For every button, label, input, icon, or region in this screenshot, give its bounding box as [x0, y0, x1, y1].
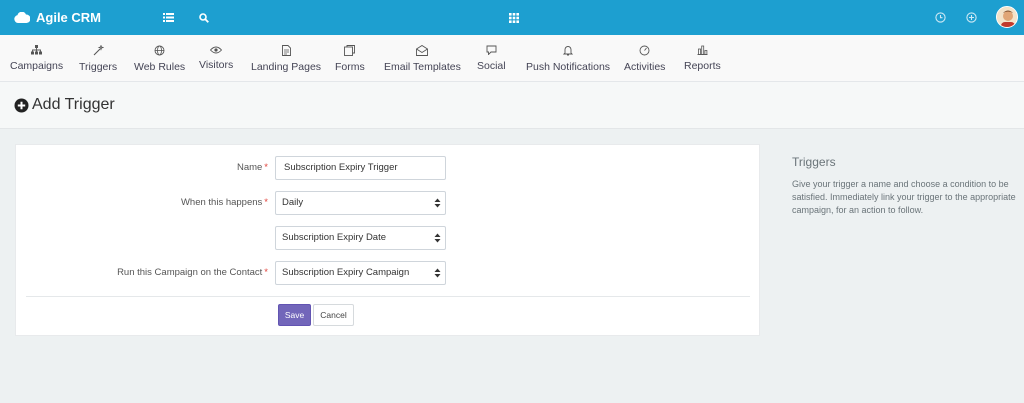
menu-item-social[interactable]: Social: [477, 35, 506, 82]
menu-label: Social: [477, 60, 506, 72]
when-row: When this happens * Daily: [16, 191, 761, 215]
page-title-text: Add Trigger: [32, 96, 115, 113]
gauge-icon: [639, 45, 650, 55]
chat-icon: [486, 45, 497, 55]
page-title: Add Trigger: [14, 96, 115, 114]
eye-icon: [210, 46, 223, 54]
name-label: Name *: [236, 162, 268, 173]
condition-row: Subscription Expiry Date: [16, 226, 761, 250]
menu-item-activities[interactable]: Activities: [624, 35, 665, 82]
menu-label: Forms: [335, 60, 365, 73]
menu-label: Triggers: [79, 60, 118, 73]
list-icon[interactable]: [158, 0, 178, 35]
menu-item-email-templates[interactable]: Email Templates: [384, 35, 461, 82]
module-menu-bar: Campaigns Triggers Web Rules Visitors La…: [0, 35, 1024, 82]
app-name: Agile CRM: [36, 10, 101, 25]
menu-item-visitors[interactable]: Visitors: [199, 35, 233, 82]
menu-item-landing-pages[interactable]: Landing Pages: [251, 35, 321, 82]
email-icon: [416, 44, 429, 56]
plus-circle-icon: [14, 98, 29, 112]
menu-label: Reports: [684, 60, 721, 72]
search-icon[interactable]: [194, 0, 214, 35]
menu-item-reports[interactable]: Reports: [684, 35, 721, 82]
forms-icon: [344, 44, 356, 56]
cancel-button[interactable]: Cancel: [313, 304, 354, 326]
menu-label: Push Notifications: [526, 60, 611, 73]
select-caret-icon: [434, 233, 441, 243]
select-caret-icon: [434, 268, 441, 278]
magic-wand-icon: [93, 44, 104, 55]
when-select[interactable]: Daily: [275, 191, 446, 215]
help-title: Triggers: [792, 155, 836, 169]
trigger-form-panel: Name * Subscription Expiry Trigger When t…: [15, 144, 760, 336]
clock-icon[interactable]: [930, 0, 950, 35]
menu-item-push-notifications[interactable]: Push Notifications: [526, 35, 610, 82]
campaign-row: Run this Campaign on the Contact * Subscr…: [16, 261, 761, 285]
campaign-label: Run this Campaign on the Contact *: [117, 267, 268, 278]
menu-item-campaigns[interactable]: Campaigns: [10, 35, 63, 82]
menu-label: Visitors: [199, 59, 234, 71]
name-row: Name * Subscription Expiry Trigger: [16, 156, 761, 180]
menu-label: Activities: [624, 60, 666, 73]
form-divider: [26, 296, 750, 297]
menu-label: Email Templates: [384, 60, 461, 73]
page-header: Add Trigger: [0, 82, 1024, 129]
document-icon: [281, 44, 291, 56]
menu-item-web-rules[interactable]: Web Rules: [134, 35, 185, 82]
menu-label: Web Rules: [134, 60, 186, 73]
brand-logo[interactable]: Agile CRM: [14, 0, 101, 35]
condition-select[interactable]: Subscription Expiry Date: [275, 226, 446, 250]
select-caret-icon: [434, 198, 441, 208]
add-circle-icon[interactable]: [961, 0, 981, 35]
menu-item-forms[interactable]: Forms: [335, 35, 365, 82]
when-label: When this happens *: [180, 197, 268, 208]
sitemap-icon: [31, 45, 43, 55]
condition-select-value: Subscription Expiry Date: [282, 232, 387, 243]
top-navbar: Agile CRM: [0, 0, 1024, 35]
globe-icon: [154, 45, 165, 55]
when-select-value: Daily: [282, 197, 304, 208]
menu-label: Landing Pages: [251, 60, 322, 73]
menu-label: Campaigns: [10, 60, 64, 72]
grid-icon[interactable]: [504, 0, 524, 35]
name-input[interactable]: Subscription Expiry Trigger: [275, 156, 446, 180]
save-button[interactable]: Save: [278, 304, 311, 326]
avatar[interactable]: [996, 6, 1018, 28]
campaign-select-value: Subscription Expiry Campaign: [282, 267, 410, 278]
menu-item-triggers[interactable]: Triggers: [79, 35, 117, 82]
bell-icon: [563, 45, 574, 55]
cloud-icon: [14, 12, 30, 23]
help-text: Give your trigger a name and choose a co…: [792, 179, 1016, 215]
campaign-select[interactable]: Subscription Expiry Campaign: [275, 261, 446, 285]
bar-chart-icon: [697, 45, 708, 55]
